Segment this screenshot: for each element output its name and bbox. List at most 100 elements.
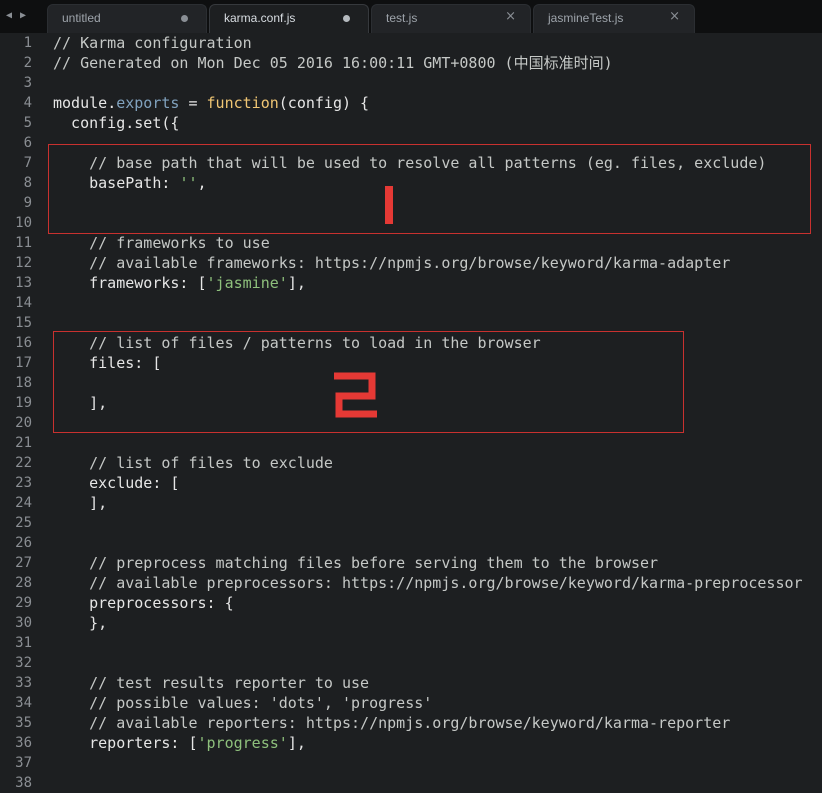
- code-line[interactable]: 25: [0, 513, 822, 533]
- code-token: module: [53, 94, 108, 112]
- line-number: 20: [15, 415, 32, 431]
- code-line[interactable]: 13 frameworks: ['jasmine'],: [0, 273, 822, 293]
- code-line[interactable]: 12 // available frameworks: https://npmj…: [0, 253, 822, 273]
- code-token: function: [206, 94, 279, 112]
- code-token: =: [179, 94, 207, 112]
- line-number: 15: [15, 315, 32, 331]
- code-line[interactable]: 33 // test results reporter to use: [0, 673, 822, 693]
- code-token: 'progress': [197, 734, 288, 752]
- line-number: 37: [15, 755, 32, 771]
- code-line[interactable]: 28 // available preprocessors: https://n…: [0, 573, 822, 593]
- line-number: 16: [15, 335, 32, 351]
- code-line[interactable]: 3: [0, 73, 822, 93]
- code-token: // available preprocessors: https://npmj…: [53, 574, 803, 592]
- code-line[interactable]: 16 // list of files / patterns to load i…: [0, 333, 822, 353]
- tab-bar: ◀ ▶ untitled karma.conf.js test.js × jas…: [0, 0, 822, 33]
- code-token: // Karma configuration: [53, 34, 252, 52]
- tab-jasmine-test[interactable]: jasmineTest.js ×: [533, 4, 695, 33]
- code-line[interactable]: 7 // base path that will be used to reso…: [0, 153, 822, 173]
- line-number: 32: [15, 655, 32, 671]
- code-line[interactable]: 27 // preprocess matching files before s…: [0, 553, 822, 573]
- line-code: exclude: [: [53, 473, 179, 493]
- code-line[interactable]: 9: [0, 193, 822, 213]
- code-token: frameworks: [: [53, 274, 207, 292]
- line-number: 11: [15, 235, 32, 251]
- line-number: 13: [15, 275, 32, 291]
- modified-dot-icon[interactable]: [181, 15, 188, 22]
- line-number: 2: [23, 55, 32, 71]
- modified-dot-icon[interactable]: [343, 15, 350, 22]
- tab-karma-conf[interactable]: karma.conf.js: [209, 4, 369, 33]
- code-token: // possible values: 'dots', 'progress': [53, 694, 433, 712]
- close-icon[interactable]: ×: [505, 9, 516, 24]
- line-number: 35: [15, 715, 32, 731]
- code-line[interactable]: 6: [0, 133, 822, 153]
- annotation-stroke: [385, 186, 393, 224]
- line-number: 9: [23, 195, 32, 211]
- line-code: // preprocess matching files before serv…: [53, 553, 658, 573]
- line-code: reporters: ['progress'],: [53, 733, 306, 753]
- line-code: ],: [53, 493, 107, 513]
- arrow-right-icon[interactable]: ▶: [20, 10, 26, 21]
- code-line[interactable]: 35 // available reporters: https://npmjs…: [0, 713, 822, 733]
- line-code: preprocessors: {: [53, 593, 234, 613]
- code-line[interactable]: 30 },: [0, 613, 822, 633]
- line-code: // available frameworks: https://npmjs.o…: [53, 253, 730, 273]
- tab-label: jasmineTest.js: [548, 11, 624, 25]
- line-number: 30: [15, 615, 32, 631]
- code-line[interactable]: 32: [0, 653, 822, 673]
- code-token: exports: [116, 94, 180, 112]
- code-line[interactable]: 31: [0, 633, 822, 653]
- code-line[interactable]: 20: [0, 413, 822, 433]
- tab-untitled[interactable]: untitled: [47, 4, 207, 33]
- line-number: 34: [15, 695, 32, 711]
- code-line[interactable]: 19 ],: [0, 393, 822, 413]
- code-line[interactable]: 11 // frameworks to use: [0, 233, 822, 253]
- line-number: 7: [23, 155, 32, 171]
- line-code: },: [53, 613, 107, 633]
- code-token: // available frameworks: https://npmjs.o…: [53, 254, 731, 272]
- code-token: // list of files / patterns to load in t…: [53, 334, 541, 352]
- code-line[interactable]: 37: [0, 753, 822, 773]
- tab-label: karma.conf.js: [224, 11, 296, 25]
- code-line[interactable]: 36 reporters: ['progress'],: [0, 733, 822, 753]
- code-line[interactable]: 24 ],: [0, 493, 822, 513]
- code-line[interactable]: 21: [0, 433, 822, 453]
- code-line[interactable]: 17 files: [: [0, 353, 822, 373]
- code-token: exclude: [: [53, 474, 180, 492]
- code-token: preprocessors: {: [53, 594, 234, 612]
- code-line[interactable]: 2 // Generated on Mon Dec 05 2016 16:00:1…: [0, 53, 822, 73]
- code-editor[interactable]: 1 // Karma configuration 2 // Generated on …: [0, 33, 822, 792]
- code-line[interactable]: 1 // Karma configuration: [0, 33, 822, 53]
- code-line[interactable]: 23 exclude: [: [0, 473, 822, 493]
- code-token: 'jasmine': [206, 274, 288, 292]
- code-token: config.set({: [53, 114, 180, 132]
- line-number: 26: [15, 535, 32, 551]
- code-line[interactable]: 18: [0, 373, 822, 393]
- code-line[interactable]: 10: [0, 213, 822, 233]
- code-line[interactable]: 5 config.set({: [0, 113, 822, 133]
- line-number: 27: [15, 555, 32, 571]
- code-line[interactable]: 29 preprocessors: {: [0, 593, 822, 613]
- line-code: // list of files to exclude: [53, 453, 333, 473]
- arrow-left-icon[interactable]: ◀: [6, 10, 12, 21]
- line-number: 21: [15, 435, 32, 451]
- code-line[interactable]: 26: [0, 533, 822, 553]
- code-token: basePath:: [53, 174, 180, 192]
- line-code: // Karma configuration: [53, 33, 252, 53]
- code-line[interactable]: 22 // list of files to exclude: [0, 453, 822, 473]
- line-number: 31: [15, 635, 32, 651]
- code-line[interactable]: 15: [0, 313, 822, 333]
- code-line[interactable]: 34 // possible values: 'dots', 'progress…: [0, 693, 822, 713]
- code-line[interactable]: 14: [0, 293, 822, 313]
- line-code: files: [: [53, 353, 161, 373]
- code-token: },: [53, 614, 108, 632]
- code-token: // available reporters: https://npmjs.or…: [53, 714, 731, 732]
- tab-test-js[interactable]: test.js ×: [371, 4, 531, 33]
- code-line[interactable]: 4 module.exports = function(config) {: [0, 93, 822, 113]
- code-line[interactable]: 8 basePath: '',: [0, 173, 822, 193]
- line-number: 19: [15, 395, 32, 411]
- close-icon[interactable]: ×: [669, 9, 680, 24]
- code-line[interactable]: 38: [0, 773, 822, 793]
- line-code: frameworks: ['jasmine'],: [53, 273, 306, 293]
